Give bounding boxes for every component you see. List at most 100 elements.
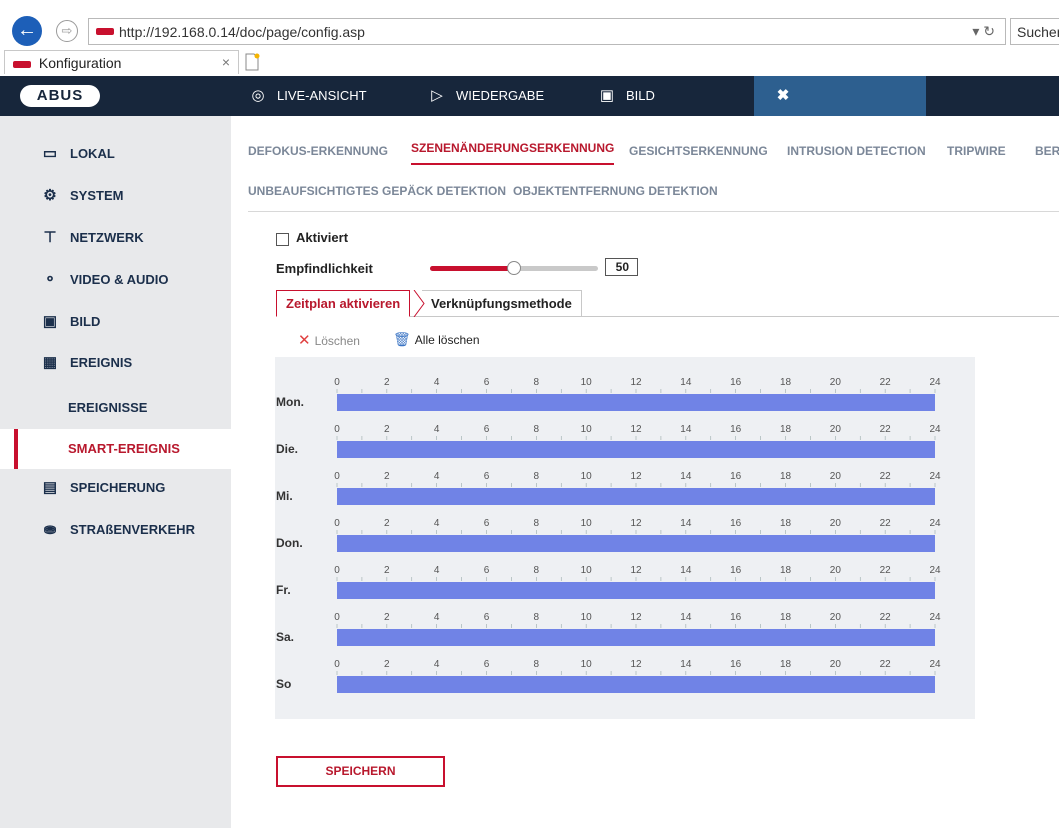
day-label: Sa. xyxy=(276,630,294,644)
hour-tick-label: 12 xyxy=(630,518,642,529)
tab-title: Konfiguration xyxy=(38,55,122,71)
hour-tick-label: 0 xyxy=(334,377,340,388)
hour-tick-label: 12 xyxy=(630,612,642,623)
hour-tick-label: 6 xyxy=(484,612,490,623)
browser-search-field[interactable]: Suchen xyxy=(1010,18,1059,45)
hour-tick-label: 4 xyxy=(434,424,440,435)
image-icon: ▣ xyxy=(599,87,615,104)
sidebar-item-strassenverkehr[interactable]: ⛂ STRAßENVERKEHR xyxy=(0,510,231,550)
sidebar-subitem-ereignisse[interactable]: EREIGNISSE xyxy=(0,388,231,428)
sidebar-item-ereignis[interactable]: ▦ EREIGNIS xyxy=(0,343,231,383)
delete-all-button[interactable]: 🗑 Alle löschen xyxy=(393,331,480,348)
hour-tick-label: 2 xyxy=(384,659,390,670)
close-icon[interactable]: × xyxy=(222,54,230,70)
subtab-ber[interactable]: BER xyxy=(1035,144,1059,158)
hour-tick-label: 16 xyxy=(730,612,742,623)
schedule-segment[interactable] xyxy=(337,488,935,505)
day-label: Don. xyxy=(276,536,303,550)
sidebar-item-label: BILD xyxy=(70,314,101,329)
slider-fill xyxy=(430,266,514,271)
subtab-objektentfernung[interactable]: OBJEKTENTFERNUNG DETEKTION xyxy=(513,184,718,198)
hour-tick-label: 0 xyxy=(334,612,340,623)
slider-handle[interactable] xyxy=(507,261,521,275)
hour-tick-label: 16 xyxy=(730,424,742,435)
back-button[interactable]: ← xyxy=(12,16,42,46)
hour-tick-label: 0 xyxy=(334,518,340,529)
day-label: Mi. xyxy=(276,489,293,503)
nav-label: WIEDERGABE xyxy=(456,88,545,103)
hour-tick-label: 12 xyxy=(630,377,642,388)
hour-tick-label: 22 xyxy=(880,377,892,388)
hour-tick-label: 14 xyxy=(680,377,692,388)
schedule-canvas[interactable]: 0 2 4 6 8 10 12 14 16 18 20 22 24Mon.0 2 4 6 8 10 12 14 16 18… xyxy=(275,357,975,719)
hour-tick-label: 18 xyxy=(780,612,792,623)
image-icon: ▣ xyxy=(42,313,58,330)
sidebar-item-video-audio[interactable]: ⚬ VIDEO & AUDIO xyxy=(0,260,231,300)
enabled-checkbox[interactable] xyxy=(276,233,289,246)
nav-playback[interactable]: ▷ WIEDERGABE xyxy=(426,76,544,116)
browser-tab[interactable]: Konfiguration × xyxy=(4,50,239,74)
browser-address-bar: ← ⇨ http://192.168.0.14/doc/page/config.… xyxy=(0,0,1059,48)
sidebar-item-netzwerk[interactable]: ⊤ NETZWERK xyxy=(0,218,231,258)
subtab-gepaeck[interactable]: UNBEAUFSICHTIGTES GEPÄCK DETEKTION xyxy=(248,184,506,198)
url-field[interactable]: http://192.168.0.14/doc/page/config.asp … xyxy=(88,18,1006,45)
hour-tick-label: 0 xyxy=(334,565,340,576)
hour-tick-label: 8 xyxy=(534,471,540,482)
hour-tick-label: 20 xyxy=(830,612,842,623)
day-label: Fr. xyxy=(276,583,291,597)
schedule-segment[interactable] xyxy=(337,582,935,599)
subtab-intrusion[interactable]: INTRUSION DETECTION xyxy=(787,144,926,158)
sidebar-item-system[interactable]: ⚙ SYSTEM xyxy=(0,176,231,216)
subtab-szenenaenderung[interactable]: SZENENÄNDERUNGSERKENNUNG xyxy=(411,141,615,165)
sidebar-item-speicherung[interactable]: ▤ SPEICHERUNG xyxy=(0,468,231,508)
site-favicon-icon xyxy=(96,28,114,35)
save-button[interactable]: SPEICHERN xyxy=(276,756,445,787)
hour-tick-label: 12 xyxy=(630,424,642,435)
subtab-defokus[interactable]: DEFOKUS-ERKENNUNG xyxy=(248,144,388,158)
new-tab-icon[interactable] xyxy=(242,52,262,72)
sidebar-subitem-smart-ereignis[interactable]: SMART-EREIGNIS xyxy=(0,429,231,469)
nav-live-view[interactable]: ◎ LIVE-ANSICHT xyxy=(247,76,366,116)
hour-tick-label: 4 xyxy=(434,377,440,388)
save-icon: ▤ xyxy=(42,479,58,496)
sensitivity-value-field[interactable]: 50 xyxy=(605,258,638,276)
sidebar-item-lokal[interactable]: ▭ LOKAL xyxy=(0,134,231,174)
delete-button[interactable]: ✕ Löschen xyxy=(298,331,360,349)
subtab-gesichtserkennung[interactable]: GESICHTSERKENNUNG xyxy=(629,144,768,158)
nav-configuration[interactable]: ✖ KONFIGURATION xyxy=(754,76,926,143)
schedule-segment[interactable] xyxy=(337,441,935,458)
gear-icon: ⚙ xyxy=(43,187,57,204)
sidebar-item-label: EREIGNISSE xyxy=(68,400,148,415)
delete-all-label: Alle löschen xyxy=(414,333,480,347)
hour-tick-label: 6 xyxy=(484,565,490,576)
sidebar-item-bild[interactable]: ▣ BILD xyxy=(0,302,231,342)
hour-tick-label: 24 xyxy=(929,612,941,623)
schedule-segment[interactable] xyxy=(337,535,935,552)
sensitivity-label: Empfindlichkeit xyxy=(276,261,373,276)
hour-tick-label: 14 xyxy=(680,518,692,529)
hour-tick-label: 22 xyxy=(880,659,892,670)
hour-tick-label: 18 xyxy=(780,424,792,435)
browser-tab-bar: Konfiguration × xyxy=(0,48,1059,76)
hour-tick-label: 22 xyxy=(880,612,892,623)
schedule-grid[interactable]: 0 2 4 6 8 10 12 14 16 18 20 22 24 Mon. 0 2 4 6 8 10 12 14 16 18… xyxy=(275,357,975,719)
hour-tick-label: 14 xyxy=(680,565,692,576)
refresh-icon[interactable]: ▾ ↻ xyxy=(972,23,995,40)
hour-tick-label: 10 xyxy=(581,659,593,670)
hour-tick-label: 8 xyxy=(534,377,540,388)
tab-linkage-method[interactable]: Verknüpfungsmethode xyxy=(422,290,582,317)
hour-tick-label: 6 xyxy=(484,659,490,670)
hour-tick-label: 14 xyxy=(680,424,692,435)
forward-button[interactable]: ⇨ xyxy=(56,20,78,42)
delete-icon: ✕ xyxy=(298,332,311,349)
subtab-tripwire[interactable]: TRIPWIRE xyxy=(947,144,1006,158)
schedule-segment[interactable] xyxy=(337,629,935,646)
hour-tick-label: 20 xyxy=(830,659,842,670)
schedule-segment[interactable] xyxy=(337,676,935,693)
sensitivity-slider[interactable] xyxy=(430,261,598,275)
car-search-icon: ⛂ xyxy=(43,521,57,538)
tab-schedule[interactable]: Zeitplan aktivieren xyxy=(276,290,411,317)
nav-image[interactable]: ▣ BILD xyxy=(596,76,655,116)
hour-tick-label: 20 xyxy=(830,377,842,388)
schedule-segment[interactable] xyxy=(337,394,935,411)
